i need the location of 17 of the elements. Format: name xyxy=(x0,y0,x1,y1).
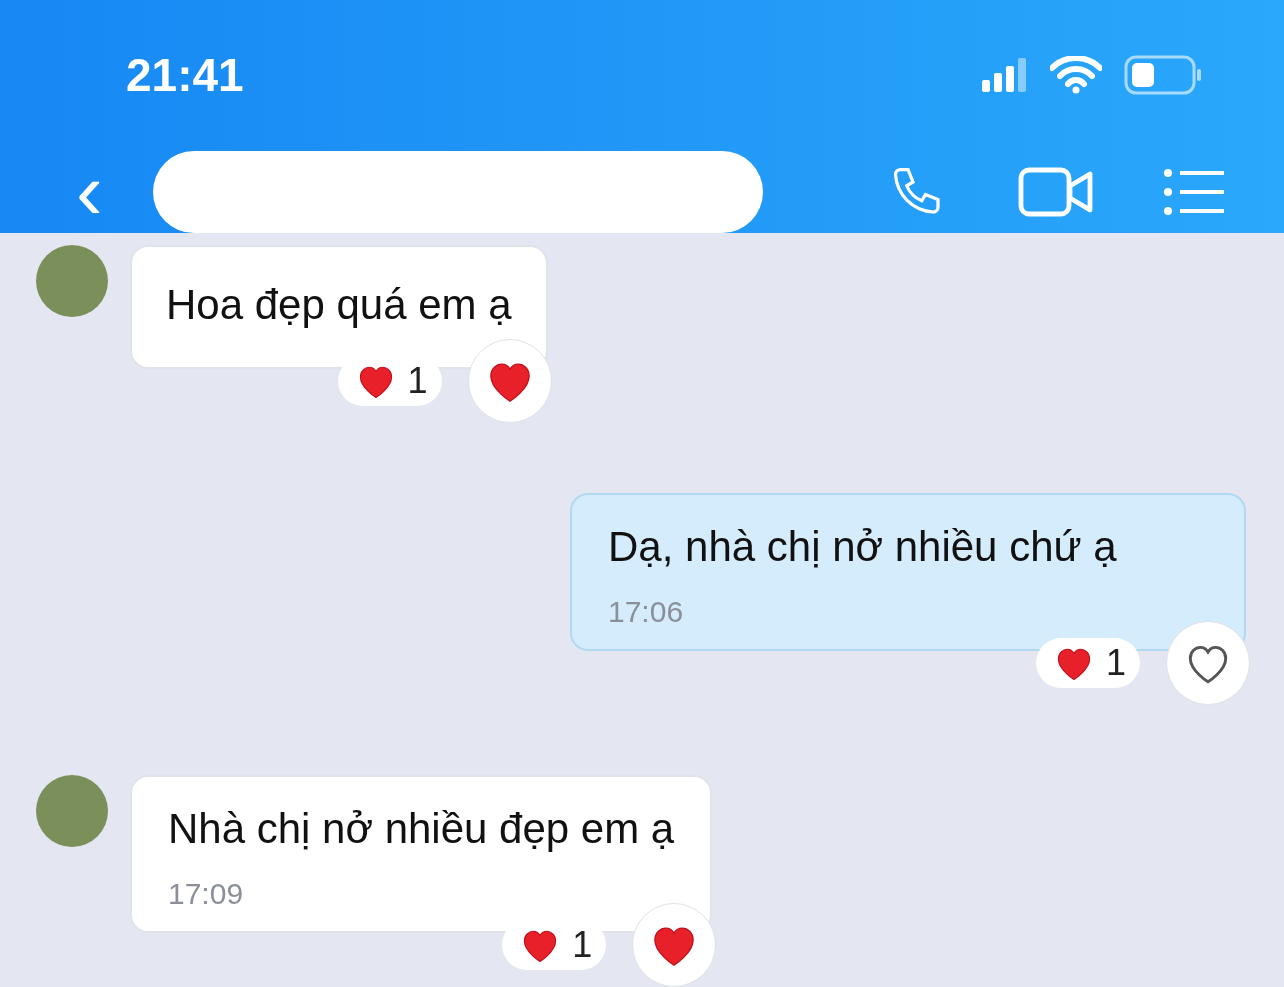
reaction-count: 1 xyxy=(1105,642,1126,684)
message-text: Hoa đẹp quá em ạ xyxy=(166,281,512,329)
clock-time: 21:41 xyxy=(126,48,244,102)
signal-icon xyxy=(982,58,1028,92)
menu-button[interactable] xyxy=(1164,168,1224,215)
menu-icon xyxy=(1164,168,1224,215)
battery-icon xyxy=(1124,55,1204,95)
video-call-button[interactable] xyxy=(1018,165,1094,218)
back-button[interactable]: ‹ xyxy=(66,151,113,232)
message-text: Dạ, nhà chị nở nhiều chứ ạ xyxy=(608,523,1118,571)
message-text: Nhà chị nở nhiều đẹp em ạ xyxy=(168,805,675,853)
reaction-count: 1 xyxy=(407,360,428,402)
wifi-icon xyxy=(1050,56,1102,94)
reaction-count: 1 xyxy=(572,924,593,966)
message-time: 17:06 xyxy=(608,595,685,629)
video-camera-icon xyxy=(1018,165,1094,218)
message-time: 17:09 xyxy=(168,877,245,911)
